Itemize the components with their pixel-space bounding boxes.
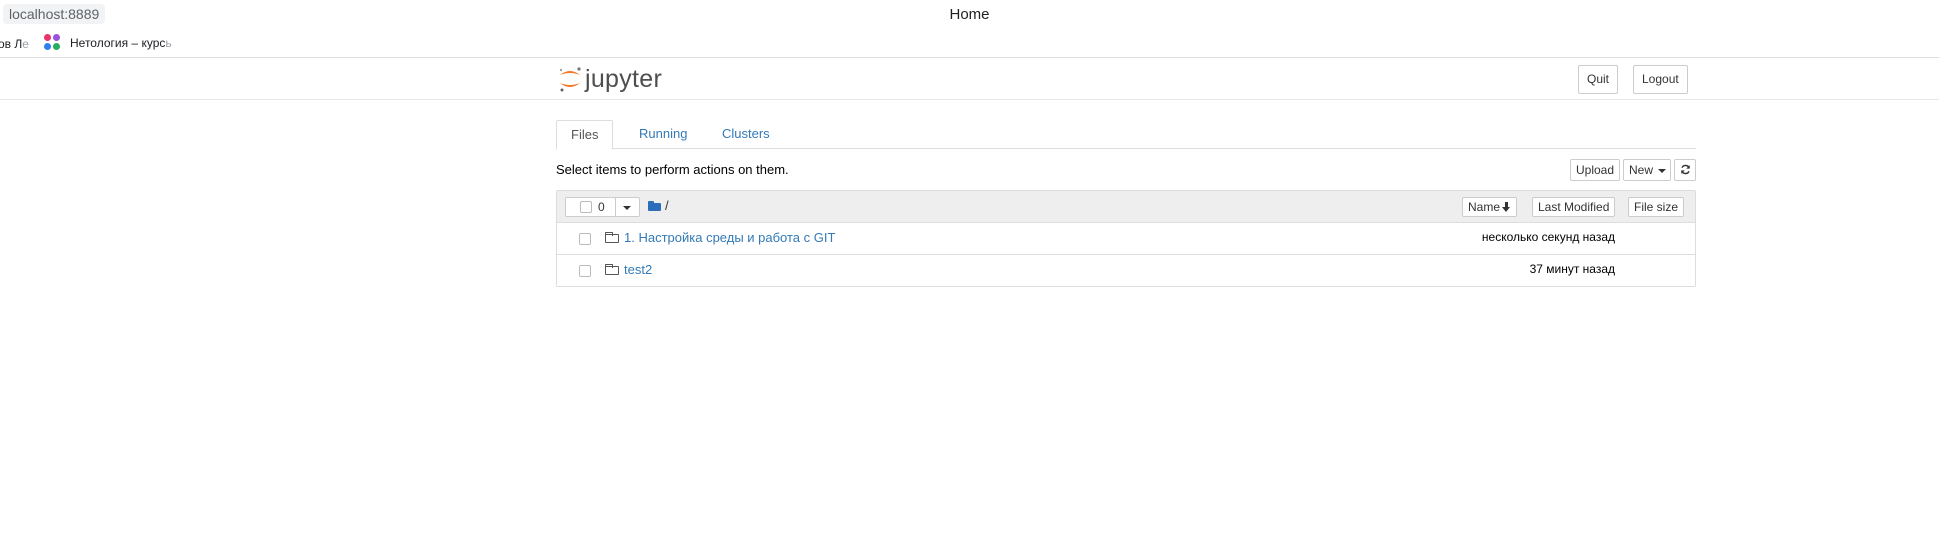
refresh-button[interactable] bbox=[1674, 159, 1696, 181]
folder-icon bbox=[648, 200, 661, 211]
item-checkbox[interactable] bbox=[579, 233, 591, 245]
folder-icon bbox=[605, 232, 619, 243]
select-dropdown-toggle[interactable] bbox=[623, 206, 631, 210]
netology-icon bbox=[44, 34, 61, 51]
jupyter-logo[interactable]: jupyter bbox=[557, 64, 662, 94]
jupyter-header: jupyter Quit Logout bbox=[0, 59, 1939, 100]
folder-icon bbox=[605, 264, 619, 275]
divider bbox=[615, 198, 616, 216]
breadcrumb[interactable]: / bbox=[648, 198, 669, 213]
selected-count: 0 bbox=[598, 200, 605, 214]
file-list: 0 / Name Last Modified File size 1. Наст… bbox=[556, 190, 1696, 287]
file-list-header: 0 / Name Last Modified File size bbox=[557, 191, 1695, 223]
bookmark-label-fade: е bbox=[22, 37, 29, 51]
tab-clusters[interactable]: Clusters bbox=[708, 120, 784, 150]
item-link[interactable]: test2 bbox=[624, 262, 652, 277]
new-dropdown-button[interactable]: New bbox=[1623, 159, 1672, 181]
quit-button[interactable]: Quit bbox=[1578, 65, 1619, 94]
bookmarks-bar: ов Ле Нетология – курс ь bbox=[0, 30, 1939, 58]
bookmark-label: Нетология – курс bbox=[70, 35, 166, 50]
jupyter-logo-text: jupyter bbox=[585, 64, 663, 93]
new-label: New bbox=[1629, 163, 1654, 177]
refresh-icon bbox=[1680, 164, 1690, 175]
breadcrumb-root[interactable]: / bbox=[665, 198, 669, 213]
tab-running[interactable]: Running bbox=[625, 120, 701, 150]
list-item[interactable]: 1. Настройка среды и работа с GIT нескол… bbox=[557, 223, 1695, 255]
sort-by-size-button[interactable]: File size bbox=[1628, 197, 1685, 217]
url-bar[interactable]: localhost:8889 bbox=[3, 4, 106, 24]
item-checkbox[interactable] bbox=[579, 265, 591, 277]
sort-by-name-button[interactable]: Name bbox=[1462, 197, 1518, 217]
tab-bar: Files Running Clusters bbox=[556, 120, 1696, 150]
jupyter-logo-icon bbox=[559, 67, 581, 92]
arrow-down-icon bbox=[1502, 202, 1511, 212]
selection-hint: Select items to perform actions on them. bbox=[556, 162, 789, 177]
item-modified: 37 минут назад bbox=[1529, 262, 1615, 276]
browser-top-bar: localhost:8889 Home bbox=[0, 0, 1939, 30]
caret-down-icon bbox=[623, 206, 631, 210]
bookmark-netology[interactable]: Нетология – курс ь bbox=[44, 34, 172, 51]
sort-by-modified-button[interactable]: Last Modified bbox=[1532, 197, 1616, 217]
sort-name-label: Name bbox=[1468, 200, 1501, 214]
bookmark-label: ов Л bbox=[0, 37, 23, 51]
select-all-checkbox[interactable] bbox=[580, 201, 592, 213]
item-modified: несколько секунд назад bbox=[1481, 230, 1615, 244]
logout-button[interactable]: Logout bbox=[1633, 65, 1688, 94]
tab-files[interactable]: Files bbox=[556, 120, 614, 150]
bookmark-item[interactable]: ов Ле bbox=[0, 37, 29, 51]
list-item[interactable]: test2 37 минут назад bbox=[557, 255, 1695, 287]
upload-button[interactable]: Upload bbox=[1570, 159, 1621, 181]
select-all-group[interactable]: 0 bbox=[565, 197, 640, 217]
item-link[interactable]: 1. Настройка среды и работа с GIT bbox=[624, 230, 835, 245]
window-title: Home bbox=[949, 6, 990, 23]
caret-down-icon bbox=[1658, 168, 1667, 173]
bookmark-label-fade: ь bbox=[165, 35, 172, 50]
